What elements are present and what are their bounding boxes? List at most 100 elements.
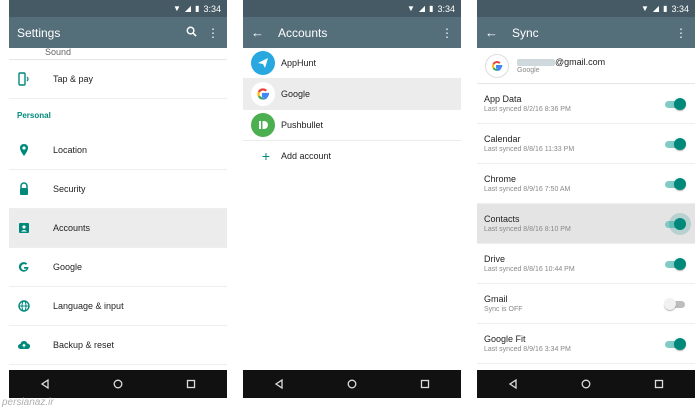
sync-toggle[interactable]: [665, 177, 686, 190]
battery-icon: ▮: [663, 4, 668, 13]
sync-toggle[interactable]: [665, 257, 686, 270]
pushbullet-icon: [251, 113, 275, 137]
status-time: 3:34: [671, 3, 689, 14]
nav-back-icon[interactable]: [40, 379, 50, 389]
settings-item-security[interactable]: Security: [9, 170, 227, 209]
status-bar: ▼ ◢ ▮ 3:34: [9, 0, 227, 17]
settings-screen: ▼ ◢ ▮ 3:34 Settings ⋮ Sound Tap & pay Pe…: [9, 0, 227, 398]
settings-item-tap-pay[interactable]: Tap & pay: [9, 60, 227, 99]
wifi-icon: ▼: [640, 4, 649, 13]
sync-item-name: Drive: [484, 254, 506, 264]
page-title: Settings: [17, 25, 61, 40]
navigation-bar: [243, 370, 461, 398]
add-account-button[interactable]: + Add account: [243, 141, 461, 171]
sync-item-drive[interactable]: Drive Last synced 8/8/16 10:44 PM: [477, 244, 695, 284]
account-email: @gmail.com: [517, 57, 605, 67]
sync-item-google-fit[interactable]: Google Fit Last synced 8/9/16 3:34 PM: [477, 324, 695, 364]
settings-item-location[interactable]: Location: [9, 131, 227, 170]
sync-item-gmail[interactable]: Gmail Sync is OFF: [477, 284, 695, 324]
sync-screen: ▼ ◢ ▮ 3:34 ← Sync ⋮ @gmail.com Google Ap…: [477, 0, 695, 398]
settings-list: Sound Tap & pay Personal Location Securi…: [9, 48, 227, 370]
nav-recents-icon[interactable]: [654, 379, 664, 389]
redacted-username: [517, 59, 555, 67]
account-type: Google: [517, 67, 540, 74]
nav-recents-icon[interactable]: [186, 379, 196, 389]
sync-item-app-data[interactable]: App Data Last synced 8/2/16 8:36 PM: [477, 84, 695, 124]
sync-account-header: @gmail.com Google: [477, 48, 695, 84]
more-options-icon[interactable]: ⋮: [441, 26, 453, 40]
account-label: Google: [281, 89, 311, 99]
settings-item-google[interactable]: Google: [9, 248, 227, 287]
list-item[interactable]: Sound: [9, 48, 227, 60]
search-icon[interactable]: [186, 26, 197, 40]
nav-back-icon[interactable]: [508, 379, 518, 389]
sync-item-name: Contacts: [484, 214, 520, 224]
settings-item-label: Location: [53, 145, 88, 155]
more-options-icon[interactable]: ⋮: [207, 26, 219, 40]
sync-item-calendar[interactable]: Calendar Last synced 8/8/16 11:33 PM: [477, 124, 695, 164]
location-icon: [17, 143, 45, 157]
status-bar: ▼ ◢ ▮ 3:34: [477, 0, 695, 17]
account-item-apphunt[interactable]: AppHunt: [243, 48, 461, 79]
google-icon: [485, 53, 509, 78]
nav-home-icon[interactable]: [581, 379, 591, 389]
google-icon: [251, 82, 275, 106]
email-domain: @gmail.com: [555, 57, 606, 67]
nav-recents-icon[interactable]: [420, 379, 430, 389]
lock-icon: [17, 182, 45, 196]
settings-item-label: Security: [53, 184, 86, 194]
signal-icon: ◢: [184, 4, 192, 13]
accounts-list: AppHunt Google Pushbullet + Add account: [243, 48, 461, 370]
apphunt-icon: [251, 51, 275, 75]
account-item-pushbullet[interactable]: Pushbullet: [243, 110, 461, 141]
sync-item-chrome[interactable]: Chrome Last synced 8/9/16 7:50 AM: [477, 164, 695, 204]
nav-home-icon[interactable]: [347, 379, 357, 389]
section-header: Personal: [9, 99, 227, 131]
settings-item-label: Backup & reset: [53, 340, 115, 350]
nav-home-icon[interactable]: [113, 379, 123, 389]
back-arrow-icon[interactable]: ←: [485, 25, 498, 40]
signal-icon: ◢: [418, 4, 426, 13]
sync-toggle[interactable]: [664, 297, 685, 310]
nav-back-icon[interactable]: [274, 379, 284, 389]
sync-item-status: Last synced 8/2/16 8:36 PM: [484, 106, 571, 113]
account-item-google[interactable]: Google: [243, 79, 461, 110]
navigation-bar: [9, 370, 227, 398]
sync-item-name: Google Fit: [484, 334, 526, 344]
sync-item-contacts[interactable]: Contacts Last synced 8/8/16 8:10 PM: [477, 204, 695, 244]
sync-item-name: Gmail: [484, 294, 508, 304]
status-time: 3:34: [437, 3, 455, 14]
settings-item-backup[interactable]: Backup & reset: [9, 326, 227, 365]
globe-icon: [17, 299, 45, 313]
wifi-icon: ▼: [406, 4, 415, 13]
sync-item-name: Calendar: [484, 134, 521, 144]
back-arrow-icon[interactable]: ←: [251, 25, 264, 40]
sync-item-name: App Data: [484, 94, 522, 104]
account-label: AppHunt: [281, 58, 317, 68]
navigation-bar: [477, 370, 695, 398]
battery-icon: ▮: [195, 4, 200, 13]
watermark: persianaz.ir: [2, 397, 54, 408]
settings-item-label: Accounts: [53, 223, 91, 233]
cloud-upload-icon: [17, 338, 45, 352]
status-time: 3:34: [203, 3, 221, 14]
accounts-screen: ▼ ◢ ▮ 3:34 ← Accounts ⋮ AppHunt Google P…: [243, 0, 461, 398]
sync-toggle[interactable]: [665, 137, 686, 150]
battery-icon: ▮: [429, 4, 434, 13]
app-bar: ← Accounts ⋮: [243, 17, 461, 48]
account-label: Pushbullet: [281, 120, 324, 130]
settings-item-language[interactable]: Language & input: [9, 287, 227, 326]
settings-item-accounts[interactable]: Accounts: [9, 209, 227, 248]
sync-item-status: Last synced 8/9/16 3:34 PM: [484, 346, 571, 353]
settings-item-label: Tap & pay: [53, 74, 94, 84]
sync-toggle[interactable]: [665, 337, 686, 350]
accounts-icon: [17, 221, 45, 235]
sync-toggle[interactable]: [665, 97, 686, 110]
sync-item-status: Last synced 8/8/16 11:33 PM: [484, 146, 575, 153]
settings-item-label: Google: [53, 262, 83, 272]
sync-item-name: Chrome: [484, 174, 517, 184]
sync-toggle[interactable]: [665, 217, 686, 230]
more-options-icon[interactable]: ⋮: [675, 26, 687, 40]
google-icon: [17, 260, 45, 274]
sync-list: @gmail.com Google App Data Last synced 8/…: [477, 48, 695, 370]
